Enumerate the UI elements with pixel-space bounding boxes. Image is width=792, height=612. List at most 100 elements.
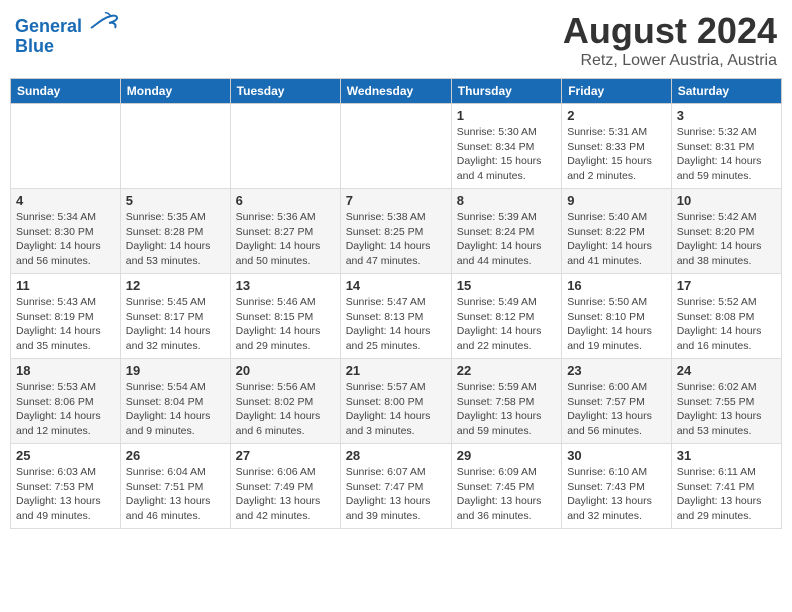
calendar-cell: 11Sunrise: 5:43 AM Sunset: 8:19 PM Dayli… bbox=[11, 274, 121, 359]
day-info: Sunrise: 6:02 AM Sunset: 7:55 PM Dayligh… bbox=[677, 380, 776, 439]
calendar-week-row: 18Sunrise: 5:53 AM Sunset: 8:06 PM Dayli… bbox=[11, 359, 782, 444]
main-title: August 2024 bbox=[563, 10, 777, 52]
calendar-cell bbox=[11, 104, 121, 189]
calendar-cell: 20Sunrise: 5:56 AM Sunset: 8:02 PM Dayli… bbox=[230, 359, 340, 444]
day-number: 29 bbox=[457, 448, 556, 463]
logo-text: General bbox=[15, 10, 119, 37]
day-number: 17 bbox=[677, 278, 776, 293]
day-number: 24 bbox=[677, 363, 776, 378]
day-header-wednesday: Wednesday bbox=[340, 79, 451, 104]
day-number: 9 bbox=[567, 193, 666, 208]
day-header-saturday: Saturday bbox=[671, 79, 781, 104]
calendar-cell: 28 Sunrise: 6:07 AM Sunset: 7:47 PM Dayli… bbox=[340, 444, 451, 529]
calendar-cell: 27 Sunrise: 6:06 AM Sunset: 7:49 PM Dayli… bbox=[230, 444, 340, 529]
day-info: Sunrise: 5:49 AM Sunset: 8:12 PM Dayligh… bbox=[457, 295, 556, 354]
calendar-cell: 9 Sunrise: 5:40 AM Sunset: 8:22 PM Daylig… bbox=[562, 189, 672, 274]
day-number: 14 bbox=[346, 278, 446, 293]
calendar-week-row: 25 Sunrise: 6:03 AM Sunset: 7:53 PM Dayli… bbox=[11, 444, 782, 529]
calendar-cell: 10 Sunrise: 5:42 AM Sunset: 8:20 PM Dayli… bbox=[671, 189, 781, 274]
day-info: Sunrise: 6:11 AM Sunset: 7:41 PM Dayligh… bbox=[677, 465, 776, 524]
day-number: 8 bbox=[457, 193, 556, 208]
day-info: Sunrise: 6:04 AM Sunset: 7:51 PM Dayligh… bbox=[126, 465, 225, 524]
calendar-cell: 3 Sunrise: 5:32 AM Sunset: 8:31 PM Daylig… bbox=[671, 104, 781, 189]
day-number: 16 bbox=[567, 278, 666, 293]
day-number: 5 bbox=[126, 193, 225, 208]
day-info: Sunrise: 5:52 AM Sunset: 8:08 PM Dayligh… bbox=[677, 295, 776, 354]
day-info: Sunrise: 5:43 AM Sunset: 8:19 PM Dayligh… bbox=[16, 295, 115, 354]
day-header-monday: Monday bbox=[120, 79, 230, 104]
day-info: Sunrise: 5:39 AM Sunset: 8:24 PM Dayligh… bbox=[457, 210, 556, 269]
logo-line2: Blue bbox=[15, 37, 119, 57]
calendar-cell: 26 Sunrise: 6:04 AM Sunset: 7:51 PM Dayli… bbox=[120, 444, 230, 529]
day-info: Sunrise: 5:53 AM Sunset: 8:06 PM Dayligh… bbox=[16, 380, 115, 439]
day-info: Sunrise: 6:06 AM Sunset: 7:49 PM Dayligh… bbox=[236, 465, 335, 524]
calendar-cell: 13Sunrise: 5:46 AM Sunset: 8:15 PM Dayli… bbox=[230, 274, 340, 359]
day-number: 7 bbox=[346, 193, 446, 208]
calendar-cell: 25 Sunrise: 6:03 AM Sunset: 7:53 PM Dayli… bbox=[11, 444, 121, 529]
day-info: Sunrise: 6:07 AM Sunset: 7:47 PM Dayligh… bbox=[346, 465, 446, 524]
calendar-header-row: SundayMondayTuesdayWednesdayThursdayFrid… bbox=[11, 79, 782, 104]
day-info: Sunrise: 5:59 AM Sunset: 7:58 PM Dayligh… bbox=[457, 380, 556, 439]
day-number: 30 bbox=[567, 448, 666, 463]
day-number: 21 bbox=[346, 363, 446, 378]
logo: General Blue bbox=[15, 10, 119, 57]
calendar-cell bbox=[120, 104, 230, 189]
day-info: Sunrise: 5:57 AM Sunset: 8:00 PM Dayligh… bbox=[346, 380, 446, 439]
day-number: 13 bbox=[236, 278, 335, 293]
day-number: 23 bbox=[567, 363, 666, 378]
day-info: Sunrise: 6:09 AM Sunset: 7:45 PM Dayligh… bbox=[457, 465, 556, 524]
day-number: 1 bbox=[457, 108, 556, 123]
day-number: 10 bbox=[677, 193, 776, 208]
calendar-table: SundayMondayTuesdayWednesdayThursdayFrid… bbox=[10, 78, 782, 529]
day-number: 28 bbox=[346, 448, 446, 463]
calendar-cell: 14 Sunrise: 5:47 AM Sunset: 8:13 PM Dayli… bbox=[340, 274, 451, 359]
calendar-cell bbox=[230, 104, 340, 189]
day-number: 20 bbox=[236, 363, 335, 378]
calendar-cell: 7 Sunrise: 5:38 AM Sunset: 8:25 PM Daylig… bbox=[340, 189, 451, 274]
day-info: Sunrise: 5:32 AM Sunset: 8:31 PM Dayligh… bbox=[677, 125, 776, 184]
day-info: Sunrise: 6:00 AM Sunset: 7:57 PM Dayligh… bbox=[567, 380, 666, 439]
calendar-cell: 8 Sunrise: 5:39 AM Sunset: 8:24 PM Daylig… bbox=[451, 189, 561, 274]
day-info: Sunrise: 5:31 AM Sunset: 8:33 PM Dayligh… bbox=[567, 125, 666, 184]
day-info: Sunrise: 5:34 AM Sunset: 8:30 PM Dayligh… bbox=[16, 210, 115, 269]
day-info: Sunrise: 6:03 AM Sunset: 7:53 PM Dayligh… bbox=[16, 465, 115, 524]
calendar-cell: 30 Sunrise: 6:10 AM Sunset: 7:43 PM Dayli… bbox=[562, 444, 672, 529]
day-header-thursday: Thursday bbox=[451, 79, 561, 104]
day-info: Sunrise: 5:54 AM Sunset: 8:04 PM Dayligh… bbox=[126, 380, 225, 439]
day-info: Sunrise: 5:47 AM Sunset: 8:13 PM Dayligh… bbox=[346, 295, 446, 354]
day-info: Sunrise: 5:30 AM Sunset: 8:34 PM Dayligh… bbox=[457, 125, 556, 184]
logo-line1: General bbox=[15, 16, 82, 36]
day-info: Sunrise: 5:42 AM Sunset: 8:20 PM Dayligh… bbox=[677, 210, 776, 269]
day-number: 3 bbox=[677, 108, 776, 123]
calendar-week-row: 4Sunrise: 5:34 AM Sunset: 8:30 PM Daylig… bbox=[11, 189, 782, 274]
calendar-week-row: 11Sunrise: 5:43 AM Sunset: 8:19 PM Dayli… bbox=[11, 274, 782, 359]
calendar-cell: 18Sunrise: 5:53 AM Sunset: 8:06 PM Dayli… bbox=[11, 359, 121, 444]
day-info: Sunrise: 5:35 AM Sunset: 8:28 PM Dayligh… bbox=[126, 210, 225, 269]
calendar-cell: 5 Sunrise: 5:35 AM Sunset: 8:28 PM Daylig… bbox=[120, 189, 230, 274]
title-block: August 2024 Retz, Lower Austria, Austria bbox=[563, 10, 777, 70]
calendar-cell: 23 Sunrise: 6:00 AM Sunset: 7:57 PM Dayli… bbox=[562, 359, 672, 444]
calendar-cell bbox=[340, 104, 451, 189]
logo-bird-icon bbox=[89, 10, 119, 32]
day-info: Sunrise: 5:50 AM Sunset: 8:10 PM Dayligh… bbox=[567, 295, 666, 354]
calendar-cell: 29 Sunrise: 6:09 AM Sunset: 7:45 PM Dayli… bbox=[451, 444, 561, 529]
calendar-cell: 21 Sunrise: 5:57 AM Sunset: 8:00 PM Dayli… bbox=[340, 359, 451, 444]
day-number: 15 bbox=[457, 278, 556, 293]
calendar-cell: 17 Sunrise: 5:52 AM Sunset: 8:08 PM Dayli… bbox=[671, 274, 781, 359]
day-info: Sunrise: 5:40 AM Sunset: 8:22 PM Dayligh… bbox=[567, 210, 666, 269]
day-number: 26 bbox=[126, 448, 225, 463]
calendar-cell: 19 Sunrise: 5:54 AM Sunset: 8:04 PM Dayli… bbox=[120, 359, 230, 444]
day-number: 19 bbox=[126, 363, 225, 378]
day-header-friday: Friday bbox=[562, 79, 672, 104]
day-info: Sunrise: 5:38 AM Sunset: 8:25 PM Dayligh… bbox=[346, 210, 446, 269]
calendar-cell: 15 Sunrise: 5:49 AM Sunset: 8:12 PM Dayli… bbox=[451, 274, 561, 359]
day-header-sunday: Sunday bbox=[11, 79, 121, 104]
calendar-cell: 4Sunrise: 5:34 AM Sunset: 8:30 PM Daylig… bbox=[11, 189, 121, 274]
calendar-cell: 24 Sunrise: 6:02 AM Sunset: 7:55 PM Dayli… bbox=[671, 359, 781, 444]
calendar-week-row: 1 Sunrise: 5:30 AM Sunset: 8:34 PM Daylig… bbox=[11, 104, 782, 189]
day-number: 25 bbox=[16, 448, 115, 463]
day-number: 27 bbox=[236, 448, 335, 463]
day-info: Sunrise: 6:10 AM Sunset: 7:43 PM Dayligh… bbox=[567, 465, 666, 524]
calendar-cell: 6Sunrise: 5:36 AM Sunset: 8:27 PM Daylig… bbox=[230, 189, 340, 274]
calendar-cell: 16 Sunrise: 5:50 AM Sunset: 8:10 PM Dayli… bbox=[562, 274, 672, 359]
